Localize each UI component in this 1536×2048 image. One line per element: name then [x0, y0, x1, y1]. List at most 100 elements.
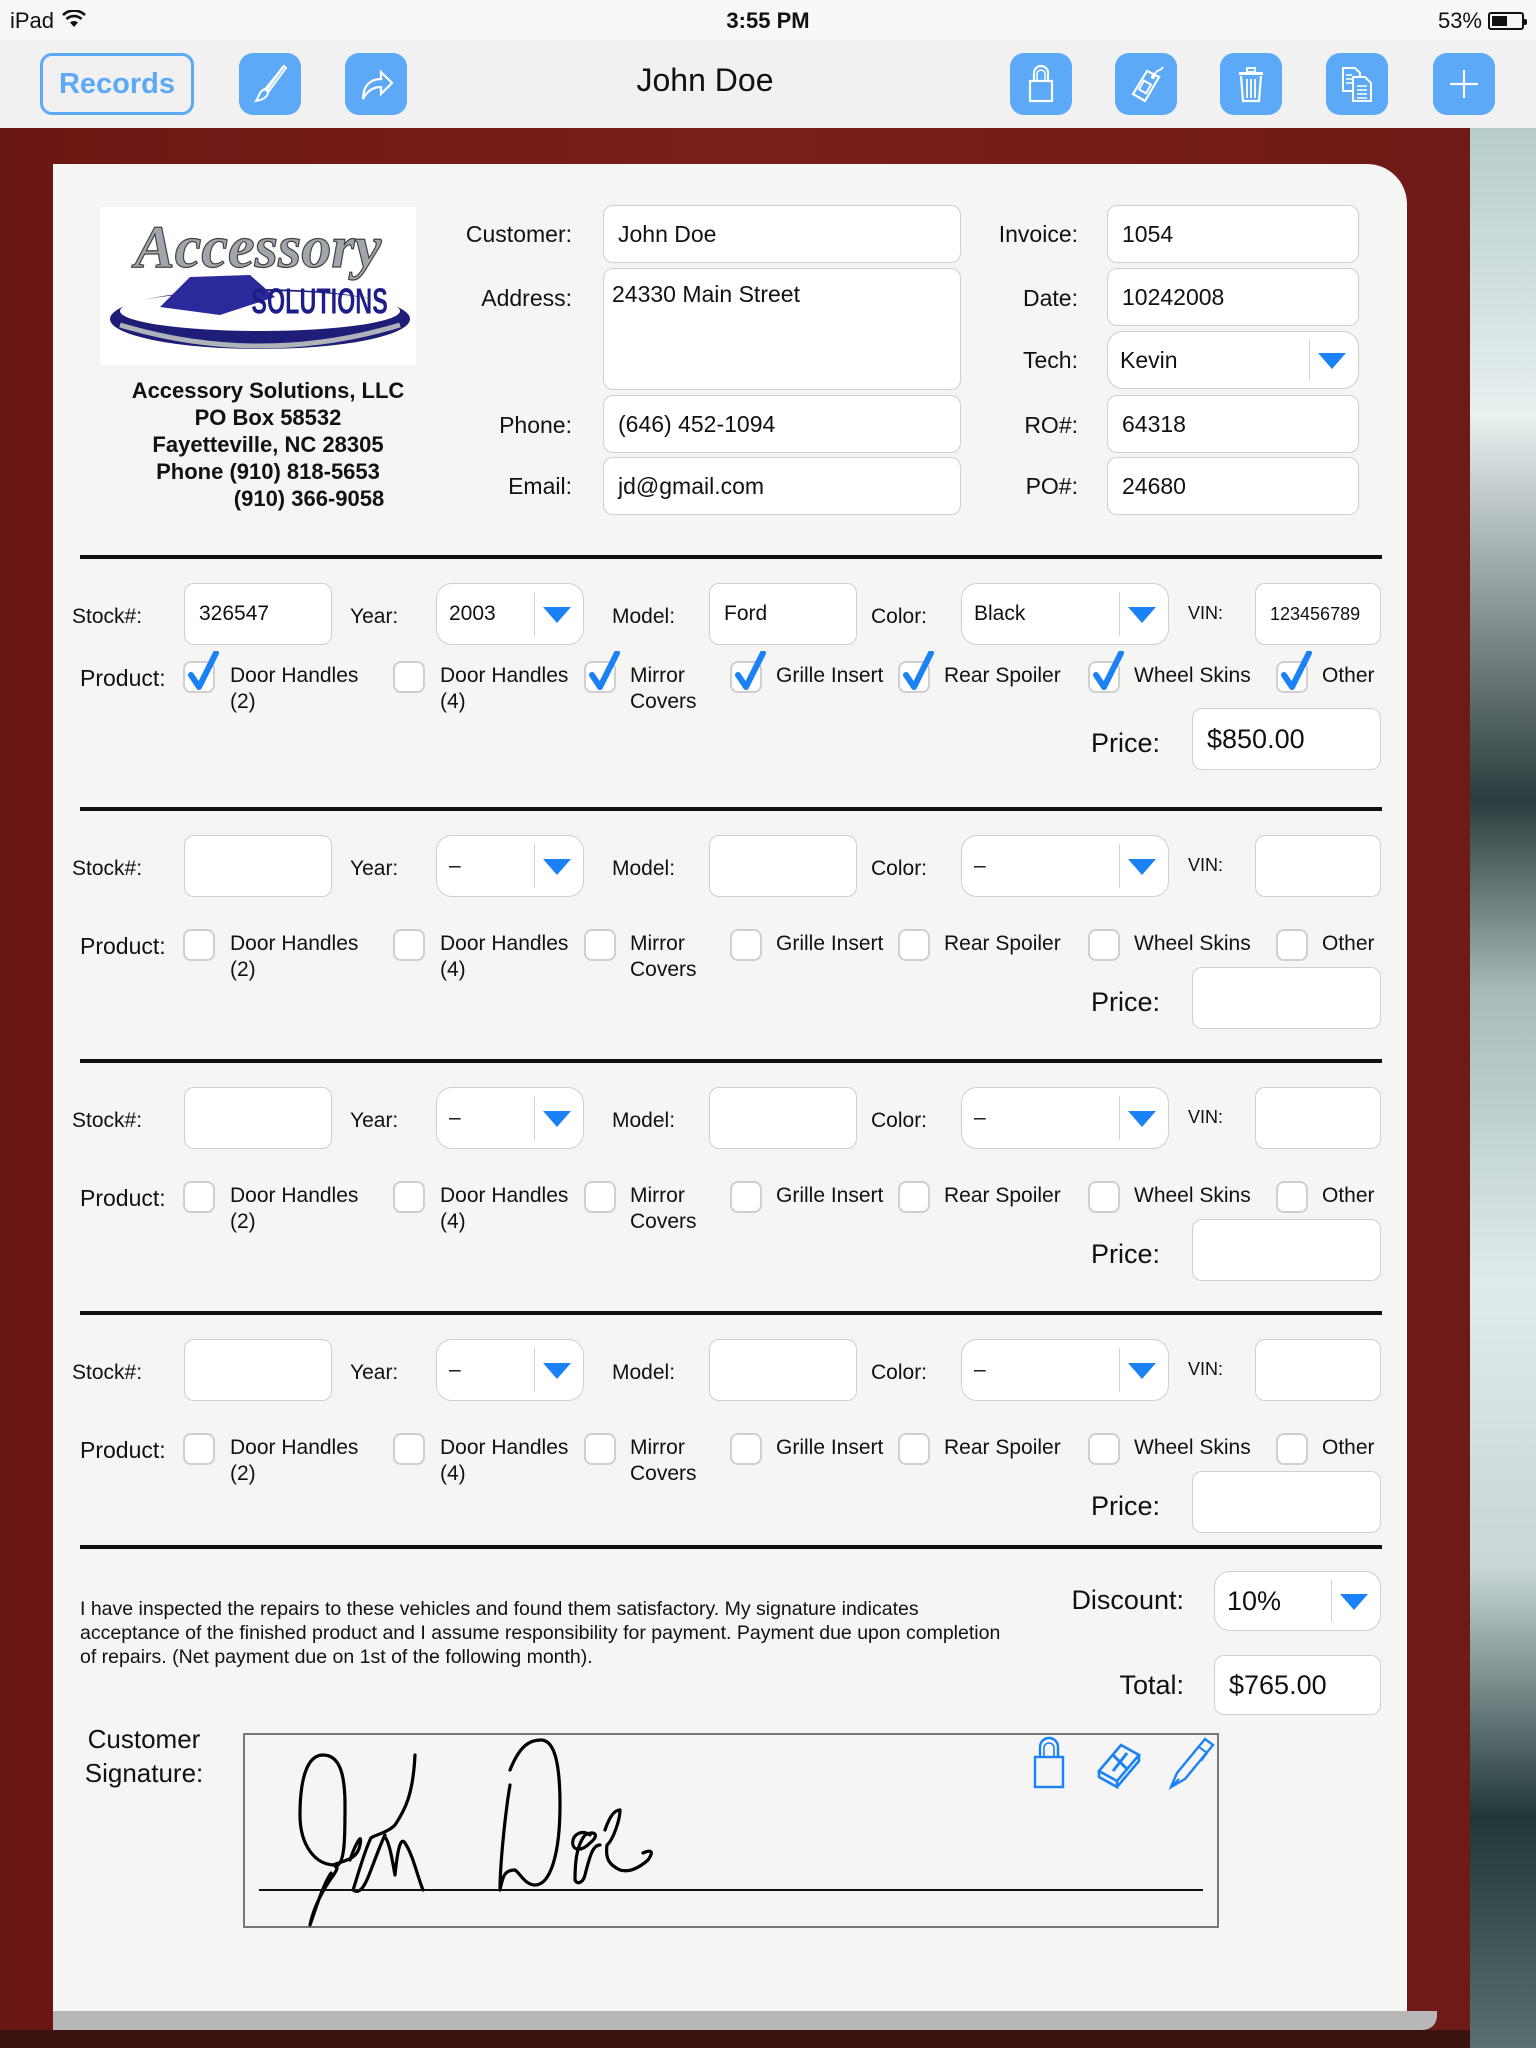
- product-checkbox[interactable]: [1088, 1433, 1120, 1465]
- vin-field[interactable]: [1255, 1087, 1381, 1149]
- product-option-line2: (4): [440, 690, 466, 713]
- stock-field[interactable]: [184, 835, 332, 897]
- date-field[interactable]: 10242008: [1107, 268, 1359, 326]
- product-checkbox[interactable]: [1088, 651, 1124, 693]
- company-name: Accessory Solutions, LLC: [131, 378, 405, 403]
- price-label: Price:: [1090, 1491, 1160, 1521]
- trash-button[interactable]: [1220, 53, 1282, 115]
- product-option-line1: Wheel Skins: [1134, 664, 1251, 687]
- year-select[interactable]: –: [436, 835, 584, 897]
- tag-button[interactable]: [1115, 53, 1177, 115]
- tech-select[interactable]: Kevin: [1107, 331, 1359, 389]
- ro-field[interactable]: 64318: [1107, 395, 1359, 453]
- stock-field[interactable]: 326547: [184, 583, 332, 645]
- product-checkbox[interactable]: [730, 929, 762, 961]
- company-city: Fayetteville, NC 28305: [152, 432, 384, 457]
- price-field[interactable]: [1192, 1219, 1381, 1281]
- product-checkbox[interactable]: [898, 1433, 930, 1465]
- price-label: Price:: [1090, 987, 1160, 1017]
- product-option-line2: (2): [230, 1462, 256, 1485]
- product-checkbox[interactable]: [393, 1433, 425, 1465]
- product-checkbox[interactable]: [393, 1181, 425, 1213]
- price-field[interactable]: [1192, 967, 1381, 1029]
- stock-field[interactable]: [184, 1339, 332, 1401]
- product-option-label: Rear Spoiler: [944, 1435, 1061, 1461]
- tech-label: Tech:: [1023, 347, 1078, 373]
- phone-field[interactable]: (646) 452-1094: [603, 395, 961, 453]
- color-select[interactable]: –: [961, 1339, 1169, 1401]
- model-field[interactable]: Ford: [709, 583, 857, 645]
- product-checkbox[interactable]: [1276, 651, 1312, 693]
- price-field[interactable]: [1192, 1471, 1381, 1533]
- price-field[interactable]: $850.00: [1192, 708, 1381, 770]
- stock-field[interactable]: [184, 1087, 332, 1149]
- product-option-label: Rear Spoiler: [944, 931, 1061, 957]
- product-checkbox[interactable]: [393, 661, 425, 693]
- disclaimer-text: I have inspected the repairs to these ve…: [80, 1598, 1001, 1668]
- product-checkbox[interactable]: [898, 1181, 930, 1213]
- vin-field[interactable]: [1255, 835, 1381, 897]
- product-checkbox[interactable]: [183, 1433, 215, 1465]
- product-checkbox[interactable]: [584, 651, 620, 693]
- product-checkbox[interactable]: [393, 929, 425, 961]
- model-field[interactable]: [709, 1339, 857, 1401]
- product-checkbox[interactable]: [898, 929, 930, 961]
- po-field[interactable]: 24680: [1107, 457, 1359, 515]
- add-button[interactable]: [1433, 53, 1495, 115]
- lock-button[interactable]: [1010, 53, 1072, 115]
- lock-icon: [1028, 64, 1054, 103]
- product-option-label: Door Handles (4): [440, 663, 568, 715]
- invoice-field[interactable]: 1054: [1107, 205, 1359, 263]
- address-field[interactable]: 24330 Main Street: [603, 268, 961, 390]
- product-checkbox[interactable]: [584, 1433, 616, 1465]
- product-checkbox[interactable]: [584, 929, 616, 961]
- vin-field[interactable]: 123456789: [1255, 583, 1381, 645]
- product-checkbox[interactable]: [1276, 1433, 1308, 1465]
- invoice-label: Invoice:: [998, 221, 1078, 247]
- year-label: Year:: [350, 857, 399, 880]
- product-option-line1: Mirror: [630, 1184, 685, 1207]
- discount-select[interactable]: 10%: [1214, 1571, 1381, 1631]
- chevron-down-icon: [1128, 1363, 1156, 1379]
- model-field[interactable]: [709, 1087, 857, 1149]
- color-select[interactable]: –: [961, 1087, 1169, 1149]
- signature-clear-button[interactable]: [1093, 1735, 1145, 1793]
- product-option-line1: Door Handles: [440, 1436, 569, 1459]
- color-select[interactable]: Black: [961, 583, 1169, 645]
- product-checkbox[interactable]: [1276, 929, 1308, 961]
- product-checkbox[interactable]: [730, 1181, 762, 1213]
- model-label: Model:: [612, 605, 676, 628]
- select-separator: [1119, 592, 1120, 636]
- product-checkbox[interactable]: [183, 929, 215, 961]
- color-select[interactable]: –: [961, 835, 1169, 897]
- model-field[interactable]: [709, 835, 857, 897]
- customer-field[interactable]: John Doe: [603, 205, 961, 263]
- product-option-line2: (2): [230, 690, 256, 713]
- vin-field[interactable]: [1255, 1339, 1381, 1401]
- email-field[interactable]: jd@gmail.com: [603, 457, 961, 515]
- product-checkbox[interactable]: [183, 1181, 215, 1213]
- year-label: Year:: [350, 605, 399, 628]
- year-select[interactable]: 2003: [436, 583, 584, 645]
- product-checkbox[interactable]: [1276, 1181, 1308, 1213]
- product-checkbox[interactable]: [584, 1181, 616, 1213]
- product-option-label: Rear Spoiler: [944, 663, 1061, 689]
- product-option-line1: Door Handles: [230, 664, 359, 687]
- product-checkbox[interactable]: [1088, 1181, 1120, 1213]
- product-checkbox[interactable]: [898, 651, 934, 693]
- product-option-label: Door Handles (2): [230, 1435, 358, 1487]
- total-field[interactable]: $765.00: [1214, 1655, 1381, 1715]
- product-option-label: Other: [1322, 1435, 1375, 1461]
- product-checkbox[interactable]: [1088, 929, 1120, 961]
- select-separator: [1119, 844, 1120, 888]
- product-option-label: Other: [1322, 931, 1375, 957]
- product-checkbox[interactable]: [730, 651, 766, 693]
- year-select[interactable]: –: [436, 1087, 584, 1149]
- product-checkbox[interactable]: [730, 1433, 762, 1465]
- signature-pen-button[interactable]: [1163, 1735, 1215, 1793]
- year-select[interactable]: –: [436, 1339, 584, 1401]
- signature-lock-button[interactable]: [1023, 1735, 1075, 1793]
- product-checkbox[interactable]: [183, 651, 219, 693]
- copy-button[interactable]: [1326, 53, 1388, 115]
- signature-pad[interactable]: [243, 1733, 1219, 1928]
